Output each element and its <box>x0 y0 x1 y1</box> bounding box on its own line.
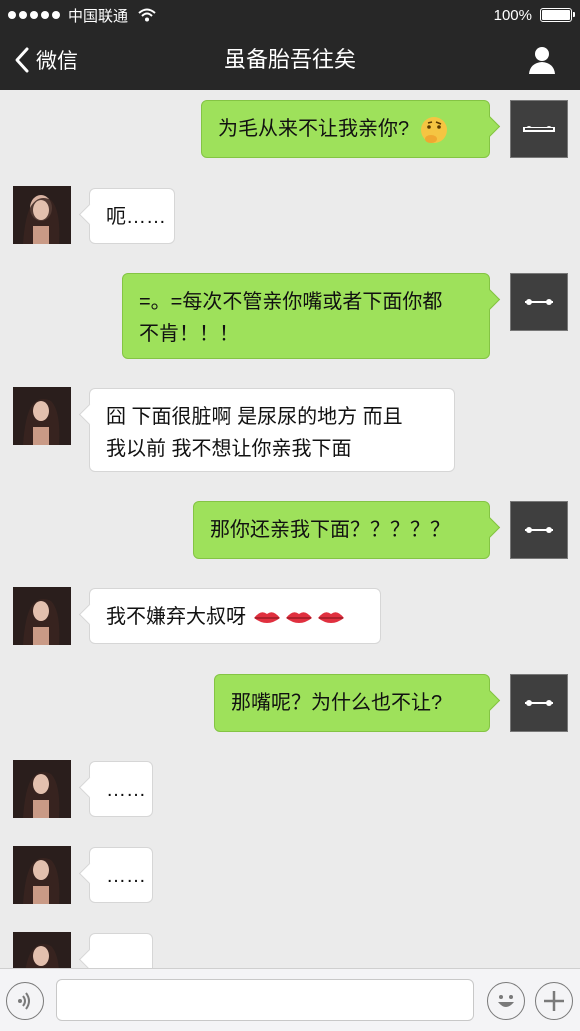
nav-bar: 虽备胎吾往矣 微信 <box>0 30 580 90</box>
contact-avatar[interactable] <box>13 760 71 818</box>
message-text: …… <box>106 865 146 887</box>
my-avatar[interactable] <box>510 674 568 732</box>
message-text: =。=每次不管亲你嘴或者下面你都 <box>139 291 443 313</box>
battery-percent: 100% <box>493 6 532 24</box>
message-bubble-incoming[interactable]: 我不嫌弃大叔呀 <box>89 588 381 644</box>
my-avatar[interactable] <box>510 273 568 331</box>
chat-title: 虽备胎吾往矣 <box>223 47 356 72</box>
message-text: 囧 下面很脏啊 是尿尿的地方 而且 <box>106 406 403 428</box>
back-label: 微信 <box>36 50 78 73</box>
message-bubble-outgoing[interactable]: =。=每次不管亲你嘴或者下面你都 不肯！！！ <box>122 273 490 359</box>
message-bubble-incoming[interactable]: 呃…… <box>89 188 175 244</box>
thinking-face-icon <box>420 116 447 143</box>
message-text: …… <box>106 779 146 801</box>
message-text: 我不嫌弃大叔呀 <box>106 606 246 628</box>
message-text: 不肯！！！ <box>139 323 239 345</box>
message-text: 那嘴呢？为什么也不让? <box>231 692 443 714</box>
chevron-left-icon <box>15 47 29 73</box>
emoji-button[interactable] <box>487 982 525 1020</box>
person-icon[interactable] <box>526 44 558 76</box>
message-bubble-outgoing[interactable]: 那嘴呢？为什么也不让? <box>214 674 490 732</box>
message-bubble-incoming[interactable]: 囧 下面很脏啊 是尿尿的地方 而且 我以前 我不想让你亲我下面 <box>89 388 455 472</box>
input-bar <box>0 968 580 1031</box>
message-bubble-incoming[interactable]: …… <box>89 761 153 817</box>
message-text: 我以前 我不想让你亲我下面 <box>106 438 352 460</box>
message-bubble-incoming[interactable]: …… <box>89 847 153 903</box>
my-avatar[interactable] <box>510 100 568 158</box>
message-text: 为毛从来不让我亲你? <box>218 118 410 140</box>
wifi-icon <box>138 8 156 22</box>
battery-icon <box>540 8 575 22</box>
voice-button[interactable] <box>6 982 44 1020</box>
plus-icon <box>544 991 564 1011</box>
chat-area: 为毛从来不让我亲你? 呃…… =。=每次不管亲你嘴或者下面你都 不肯！！！ 囧 … <box>0 90 580 968</box>
message-bubble-outgoing[interactable]: 为毛从来不让我亲你? <box>201 100 490 158</box>
back-button[interactable]: 微信 <box>14 30 78 90</box>
message-input[interactable] <box>56 979 474 1021</box>
contact-avatar[interactable] <box>13 186 71 244</box>
message-bubble-incoming[interactable] <box>89 933 153 968</box>
message-bubble-outgoing[interactable]: 那你还亲我下面？？？？？ <box>193 501 490 559</box>
message-text: 那你还亲我下面？？？？？ <box>210 519 450 541</box>
signal-strength-icon <box>8 11 60 19</box>
my-avatar[interactable] <box>510 501 568 559</box>
contact-avatar[interactable] <box>13 932 71 968</box>
status-bar: 中国联通 100% <box>0 0 580 30</box>
carrier-name: 中国联通 <box>68 7 129 25</box>
voice-wave-icon <box>18 992 30 1010</box>
smiley-icon <box>498 995 514 1007</box>
contact-avatar[interactable] <box>13 846 71 904</box>
more-button[interactable] <box>535 982 573 1020</box>
contact-avatar[interactable] <box>13 387 71 445</box>
lips-icon <box>253 611 344 623</box>
message-text: 呃…… <box>106 206 166 228</box>
contact-avatar[interactable] <box>13 587 71 645</box>
